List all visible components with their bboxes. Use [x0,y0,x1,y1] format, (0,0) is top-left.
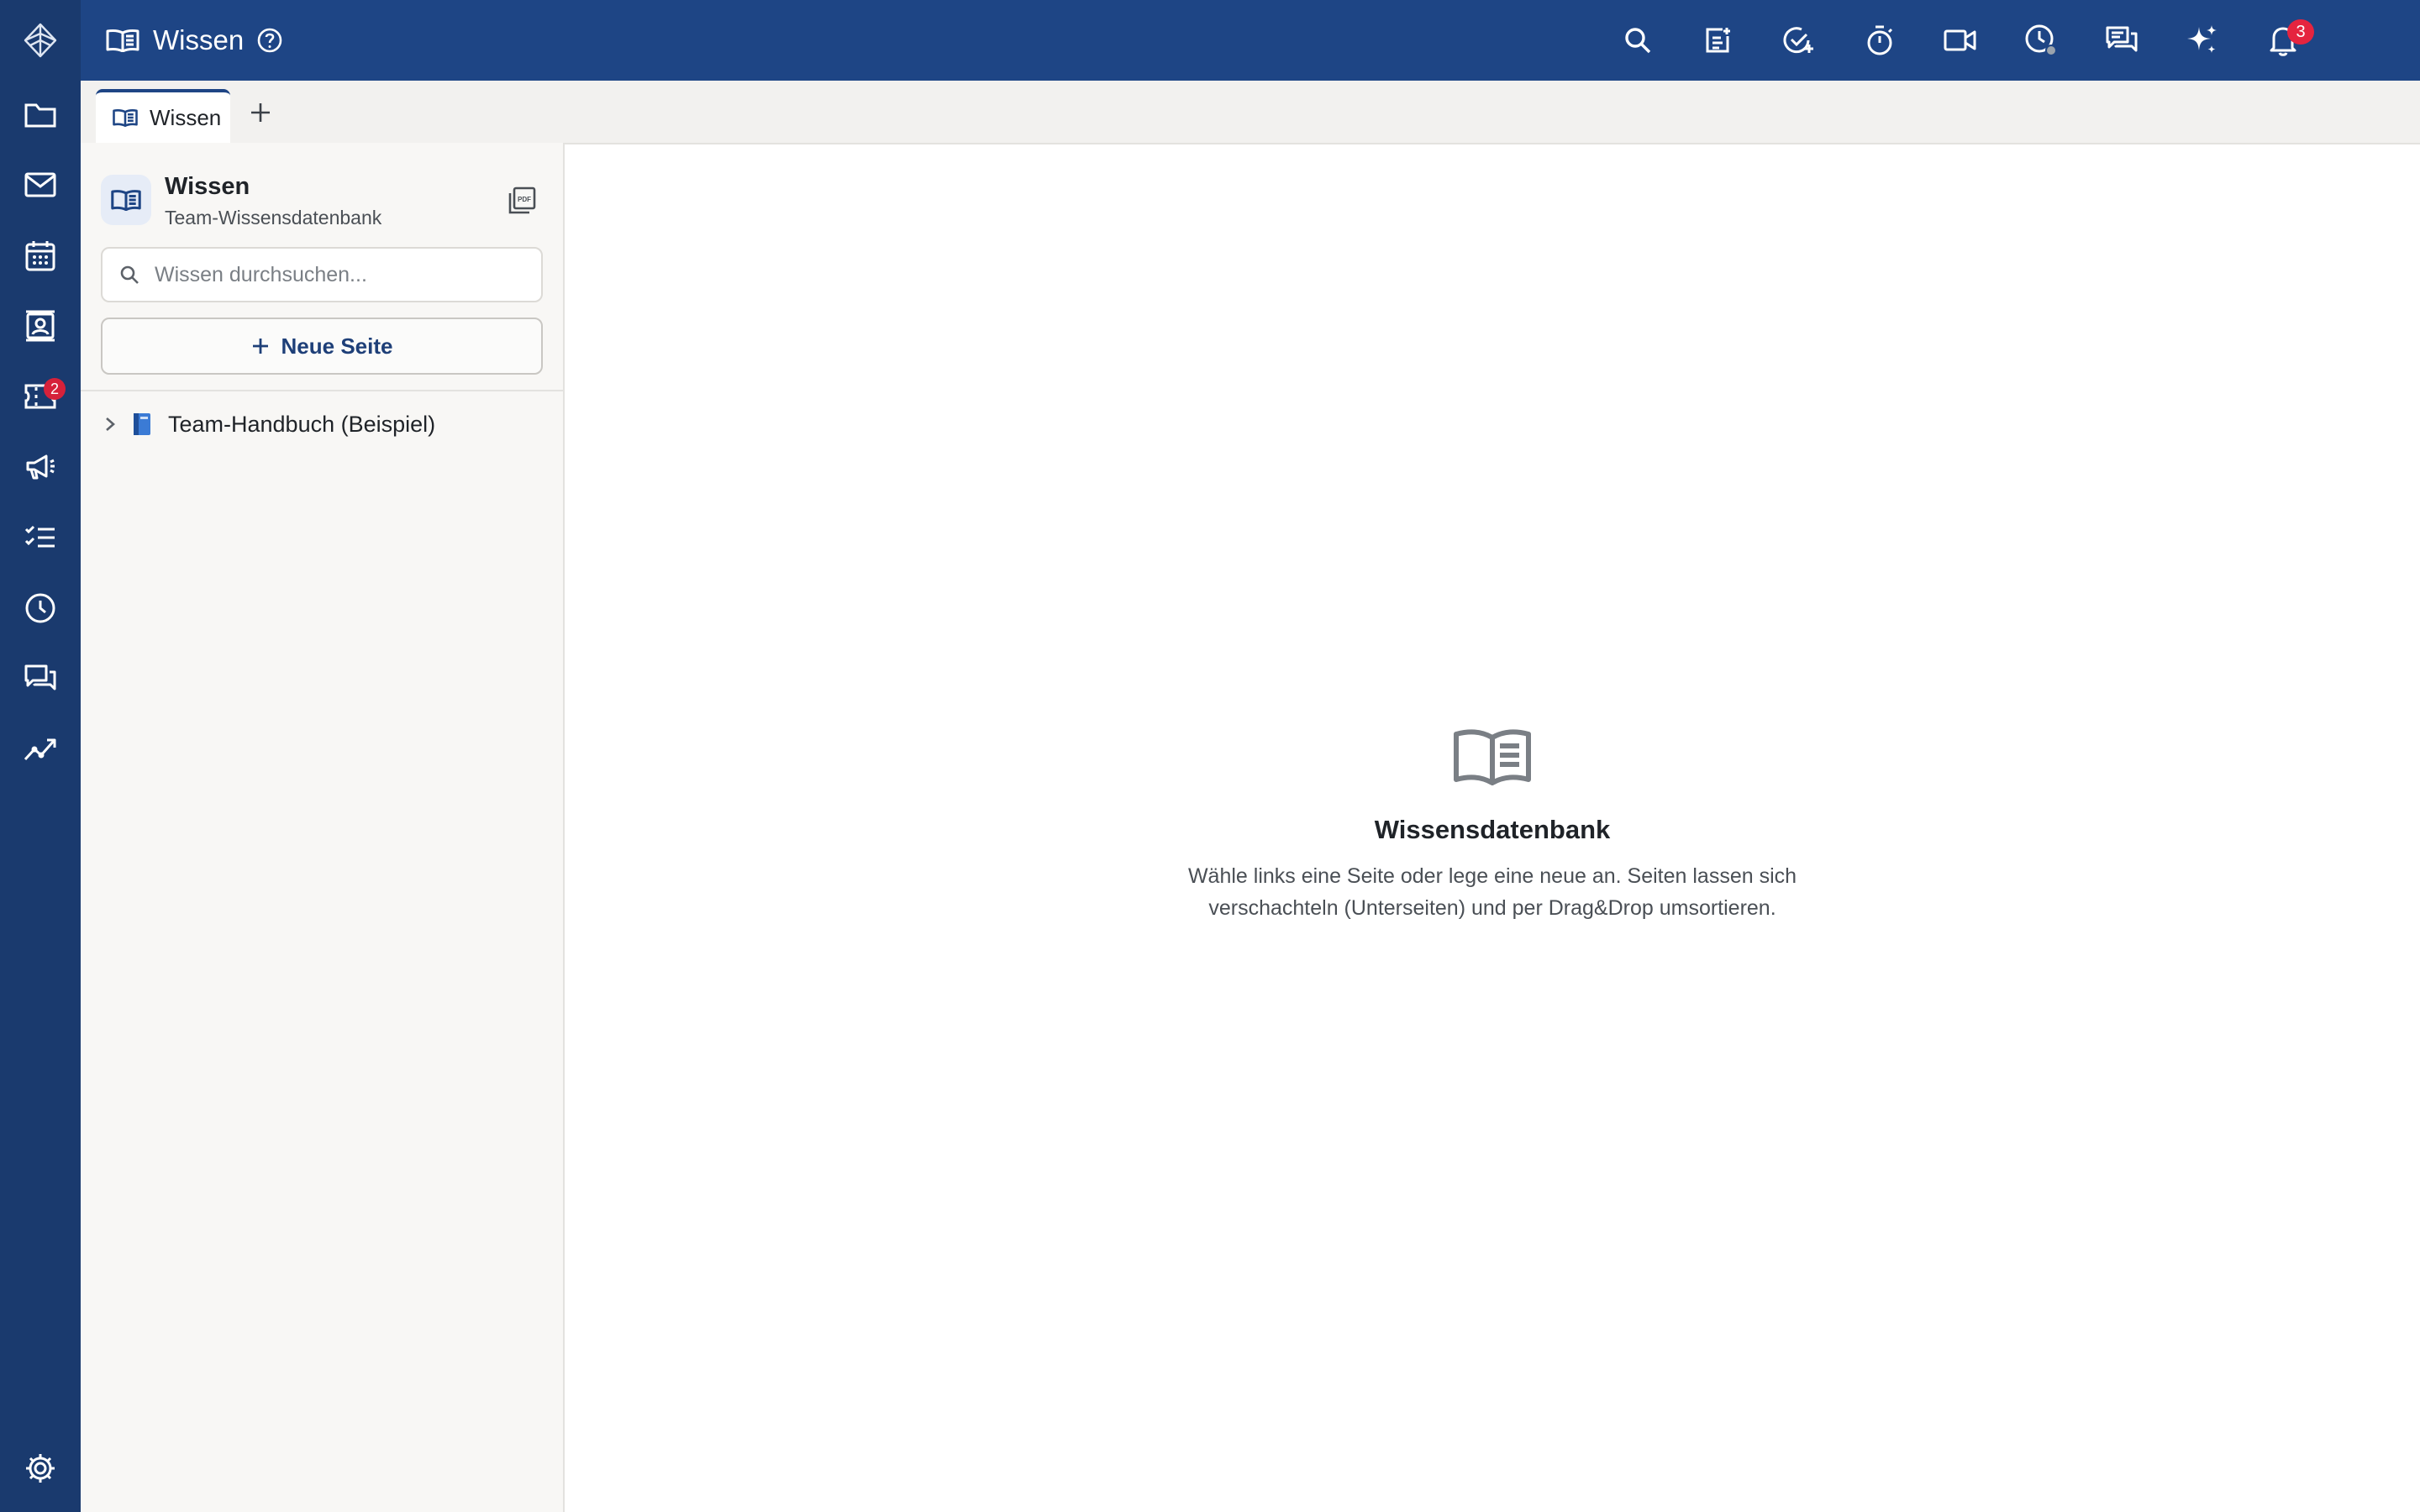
tree-item-label: Team-Handbuch (Beispiel) [168,411,436,437]
chevron-right-icon[interactable] [104,416,116,433]
knowledge-sidebar: Wissen Team-Wissensdatenbank PDF Neue Se… [81,143,565,1512]
left-rail: 2 [0,0,81,1512]
divider [81,390,563,391]
megaphone-icon[interactable] [0,432,81,502]
calendar-icon[interactable] [0,220,81,291]
empty-state: Wissensdatenbank Wähle links eine Seite … [997,727,1988,924]
svg-text:PDF: PDF [518,196,531,203]
bell-icon[interactable]: 3 [2259,16,2314,65]
empty-title: Wissensdatenbank [1374,815,1611,844]
folder-icon[interactable] [0,79,81,150]
tab-bar: Wissen [81,81,2420,144]
app-title-group: Wissen [106,0,282,81]
tree-item[interactable]: Team-Handbuch (Beispiel) [104,405,435,444]
book-icon [106,29,139,52]
panel-header: Wissen Team-Wissensdatenbank PDF [101,171,544,232]
book-icon [101,175,151,225]
contacts-icon[interactable] [0,291,81,361]
search-field[interactable] [101,247,543,302]
search-input[interactable] [153,261,509,288]
ai-sparkle-icon[interactable] [2178,16,2227,65]
search-icon [119,265,139,285]
ticket-icon[interactable]: 2 [0,361,81,432]
note-add-icon[interactable] [1694,16,1743,65]
empty-description: Wähle links eine Seite oder lege eine ne… [1187,864,1797,920]
panel-title: Wissen [165,173,250,200]
settings-icon[interactable] [0,1433,81,1504]
help-icon[interactable] [257,28,282,53]
chat-icon[interactable] [0,643,81,714]
blue-book-icon [131,412,153,437]
checklist-icon[interactable] [0,502,81,573]
messages-icon[interactable] [2097,16,2146,65]
task-add-icon[interactable] [1775,16,1823,65]
book-icon [113,108,138,127]
add-tab-button[interactable] [245,97,276,128]
app-title: Wissen [153,24,245,55]
plus-icon [251,337,270,355]
new-page-label: Neue Seite [281,333,393,359]
notification-badge: 3 [2287,19,2314,45]
video-icon[interactable] [1936,16,1985,65]
time-tracking-icon[interactable] [2017,16,2065,65]
analytics-icon[interactable] [0,714,81,785]
mail-icon[interactable] [0,150,81,220]
tickets-badge: 2 [44,378,66,400]
new-page-button[interactable]: Neue Seite [101,318,543,375]
pdf-export-icon[interactable]: PDF [499,178,544,223]
tab-label: Wissen [150,104,222,130]
panel-subtitle: Team-Wissensdatenbank [165,207,382,228]
top-bar: Wissen 3 ML [81,0,2420,81]
timer-icon[interactable] [1855,16,1904,65]
tab-wissen[interactable]: Wissen [96,89,230,143]
clock-icon[interactable] [0,573,81,643]
open-book-icon [1452,727,1533,786]
logo-icon[interactable] [0,5,81,76]
search-icon[interactable] [1613,16,1662,65]
